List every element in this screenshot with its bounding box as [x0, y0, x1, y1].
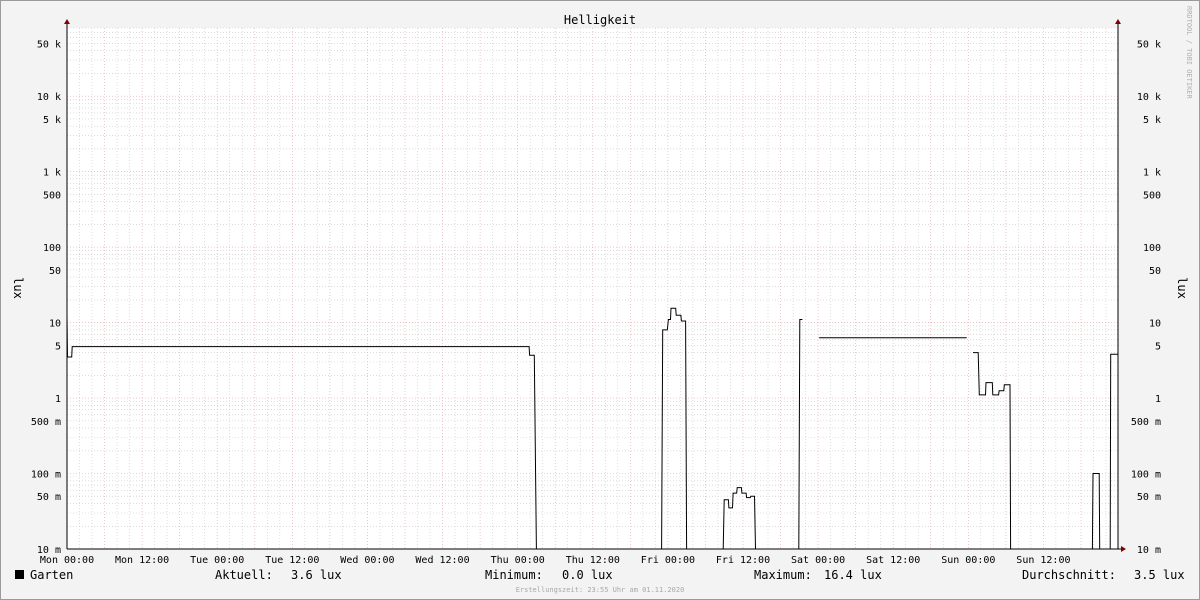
chart-title: Helligkeit	[564, 13, 636, 27]
x-tick-label: Fri 00:00	[641, 555, 695, 566]
y-tick-label-left: 10 k	[37, 92, 61, 103]
x-tick-label: Thu 12:00	[566, 555, 620, 566]
chart-window: Helligkeit lux lux RRDTOOL / TOBI OETIKE…	[0, 0, 1200, 600]
y-tick-label-right: 10	[1149, 319, 1161, 330]
chart-svg: Helligkeit lux lux RRDTOOL / TOBI OETIKE…	[11, 6, 1193, 594]
y-tick-label-right: 1 k	[1143, 168, 1161, 179]
y-tick-label-right: 100	[1143, 243, 1161, 254]
y-tick-label-right: 10 k	[1137, 92, 1161, 103]
y-tick-label-left: 1 k	[43, 168, 61, 179]
x-tick-label: Tue 00:00	[190, 555, 244, 566]
legend-swatch	[15, 570, 24, 579]
y-tick-label-left: 1	[55, 394, 61, 405]
legend-series-name: Garten	[30, 568, 73, 582]
legend-current-label: Aktuell:	[215, 568, 273, 582]
legend-avg-value: 3.5 lux	[1134, 568, 1185, 582]
legend-max-label: Maximum:	[754, 568, 812, 582]
y-tick-label-right: 5 k	[1143, 115, 1161, 126]
y-tick-label-left: 100 m	[31, 470, 61, 481]
y-tick-label-right: 100 m	[1131, 470, 1161, 481]
y-axis-label-right: lux	[1175, 277, 1189, 299]
watermark: RRDTOOL / TOBI OETIKER	[1185, 6, 1193, 100]
y-axis-left-arrow	[64, 19, 70, 24]
x-tick-label: Wed 12:00	[415, 555, 469, 566]
x-tick-label: Mon 00:00	[40, 555, 94, 566]
x-tick-label: Sat 00:00	[791, 555, 845, 566]
y-tick-label-right: 50	[1149, 266, 1161, 277]
x-tick-label: Thu 00:00	[491, 555, 545, 566]
x-tick-label: Sun 00:00	[941, 555, 995, 566]
y-tick-label-right: 500	[1143, 190, 1161, 201]
y-tick-label-left: 10	[49, 319, 61, 330]
y-axis-right-arrow	[1115, 19, 1121, 24]
y-tick-label-left: 50	[49, 266, 61, 277]
y-tick-label-left: 100	[43, 243, 61, 254]
y-axis-label-left: lux	[11, 277, 25, 299]
x-tick-label: Mon 12:00	[115, 555, 169, 566]
legend-current-value: 3.6 lux	[291, 568, 342, 582]
y-tick-label-right: 500 m	[1131, 417, 1161, 428]
x-tick-label: Sun 12:00	[1016, 555, 1070, 566]
y-tick-label-left: 500 m	[31, 417, 61, 428]
y-tick-label-right: 10 m	[1137, 545, 1161, 556]
x-tick-label: Sat 12:00	[866, 555, 920, 566]
legend-min-value: 0.0 lux	[562, 568, 613, 582]
y-tick-label-left: 500	[43, 190, 61, 201]
y-tick-label-right: 5	[1155, 341, 1161, 352]
legend-avg-label: Durchschnitt:	[1022, 568, 1116, 582]
x-axis-arrow	[1121, 546, 1126, 552]
y-tick-label-right: 50 k	[1137, 39, 1161, 50]
legend-min-label: Minimum:	[485, 568, 543, 582]
x-tick-label: Tue 12:00	[265, 555, 319, 566]
legend-max-value: 16.4 lux	[824, 568, 882, 582]
y-tick-label-left: 50 k	[37, 39, 61, 50]
y-tick-label-left: 5	[55, 341, 61, 352]
y-tick-label-left: 50 m	[37, 492, 61, 503]
grid	[66, 27, 1118, 550]
x-tick-label: Wed 00:00	[340, 555, 394, 566]
footer-timestamp: Erstellungszeit: 23:55 Uhr am 01.11.2020	[516, 586, 685, 594]
y-tick-label-left: 5 k	[43, 115, 61, 126]
y-tick-label-right: 1	[1155, 394, 1161, 405]
y-tick-label-right: 50 m	[1137, 492, 1161, 503]
x-tick-label: Fri 12:00	[716, 555, 770, 566]
